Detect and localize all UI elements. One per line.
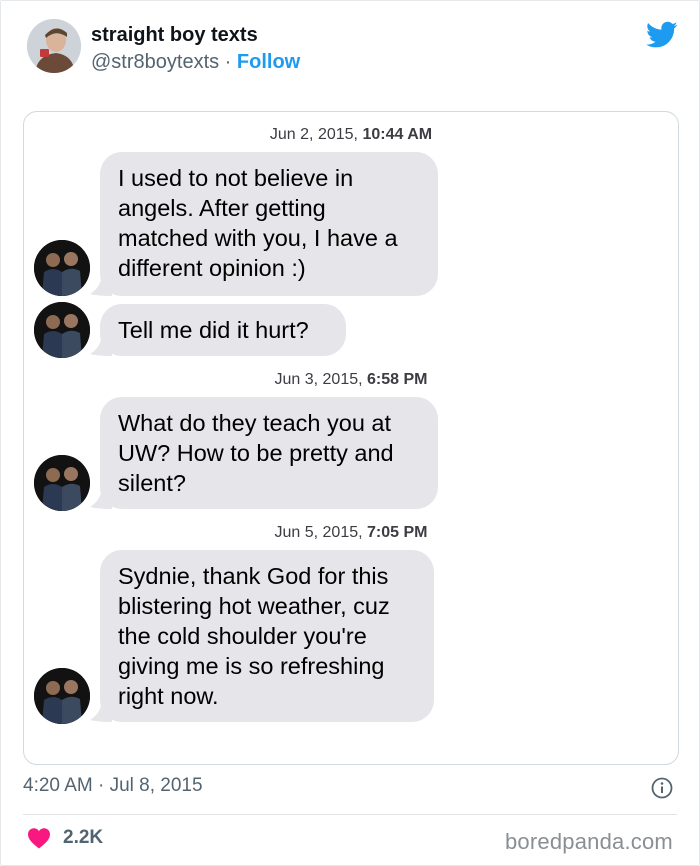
timestamp-time: 6:58 PM bbox=[367, 371, 428, 388]
follow-button[interactable]: Follow bbox=[237, 51, 300, 73]
heart-icon[interactable] bbox=[27, 827, 51, 849]
bubble-tail-icon bbox=[90, 489, 112, 509]
timestamp-day: Jun 3, 2015, bbox=[274, 371, 363, 388]
bubble-tail-icon bbox=[90, 336, 112, 356]
message-bubble-2: Tell me did it hurt? bbox=[100, 304, 346, 356]
message-bubble-3: What do they teach you at UW? How to be … bbox=[100, 397, 438, 509]
contact-avatar bbox=[34, 302, 90, 358]
screenshot-card[interactable]: Jun 2, 2015, 10:44 AM I used to not beli… bbox=[23, 111, 679, 765]
contact-avatar bbox=[34, 668, 90, 724]
timestamp-3: Jun 5, 2015, 7:05 PM bbox=[24, 524, 678, 542]
author-display-name[interactable]: straight boy texts bbox=[91, 24, 258, 47]
like-count[interactable]: 2.2K bbox=[63, 827, 103, 849]
twitter-bird-icon[interactable] bbox=[646, 21, 678, 49]
info-icon[interactable] bbox=[651, 777, 673, 799]
timestamp-time: 7:05 PM bbox=[367, 524, 428, 541]
timestamp-day: Jun 5, 2015, bbox=[274, 524, 363, 541]
author-handle-line: @str8boytexts · Follow bbox=[91, 51, 300, 74]
timestamp-1: Jun 2, 2015, 10:44 AM bbox=[24, 126, 678, 144]
author-handle[interactable]: @str8boytexts bbox=[91, 51, 219, 73]
tweet-timestamp[interactable]: 4:20 AM · Jul 8, 2015 bbox=[23, 775, 203, 797]
message-bubble-1: I used to not believe in angels. After g… bbox=[100, 152, 438, 296]
timestamp-2: Jun 3, 2015, 6:58 PM bbox=[24, 371, 678, 389]
handle-separator: · bbox=[219, 51, 237, 73]
timestamp-time: 10:44 AM bbox=[362, 126, 433, 143]
message-bubble-4: Sydnie, thank God for this blistering ho… bbox=[100, 550, 434, 722]
author-avatar[interactable] bbox=[27, 19, 81, 73]
watermark: boredpanda.com bbox=[505, 829, 673, 854]
tweet-embed: straight boy texts @str8boytexts · Follo… bbox=[0, 0, 700, 866]
timestamp-day: Jun 2, 2015, bbox=[269, 126, 358, 143]
bubble-tail-icon bbox=[90, 276, 112, 296]
bubble-tail-icon bbox=[90, 702, 112, 722]
contact-avatar bbox=[34, 240, 90, 296]
contact-avatar bbox=[34, 455, 90, 511]
divider bbox=[23, 814, 677, 815]
